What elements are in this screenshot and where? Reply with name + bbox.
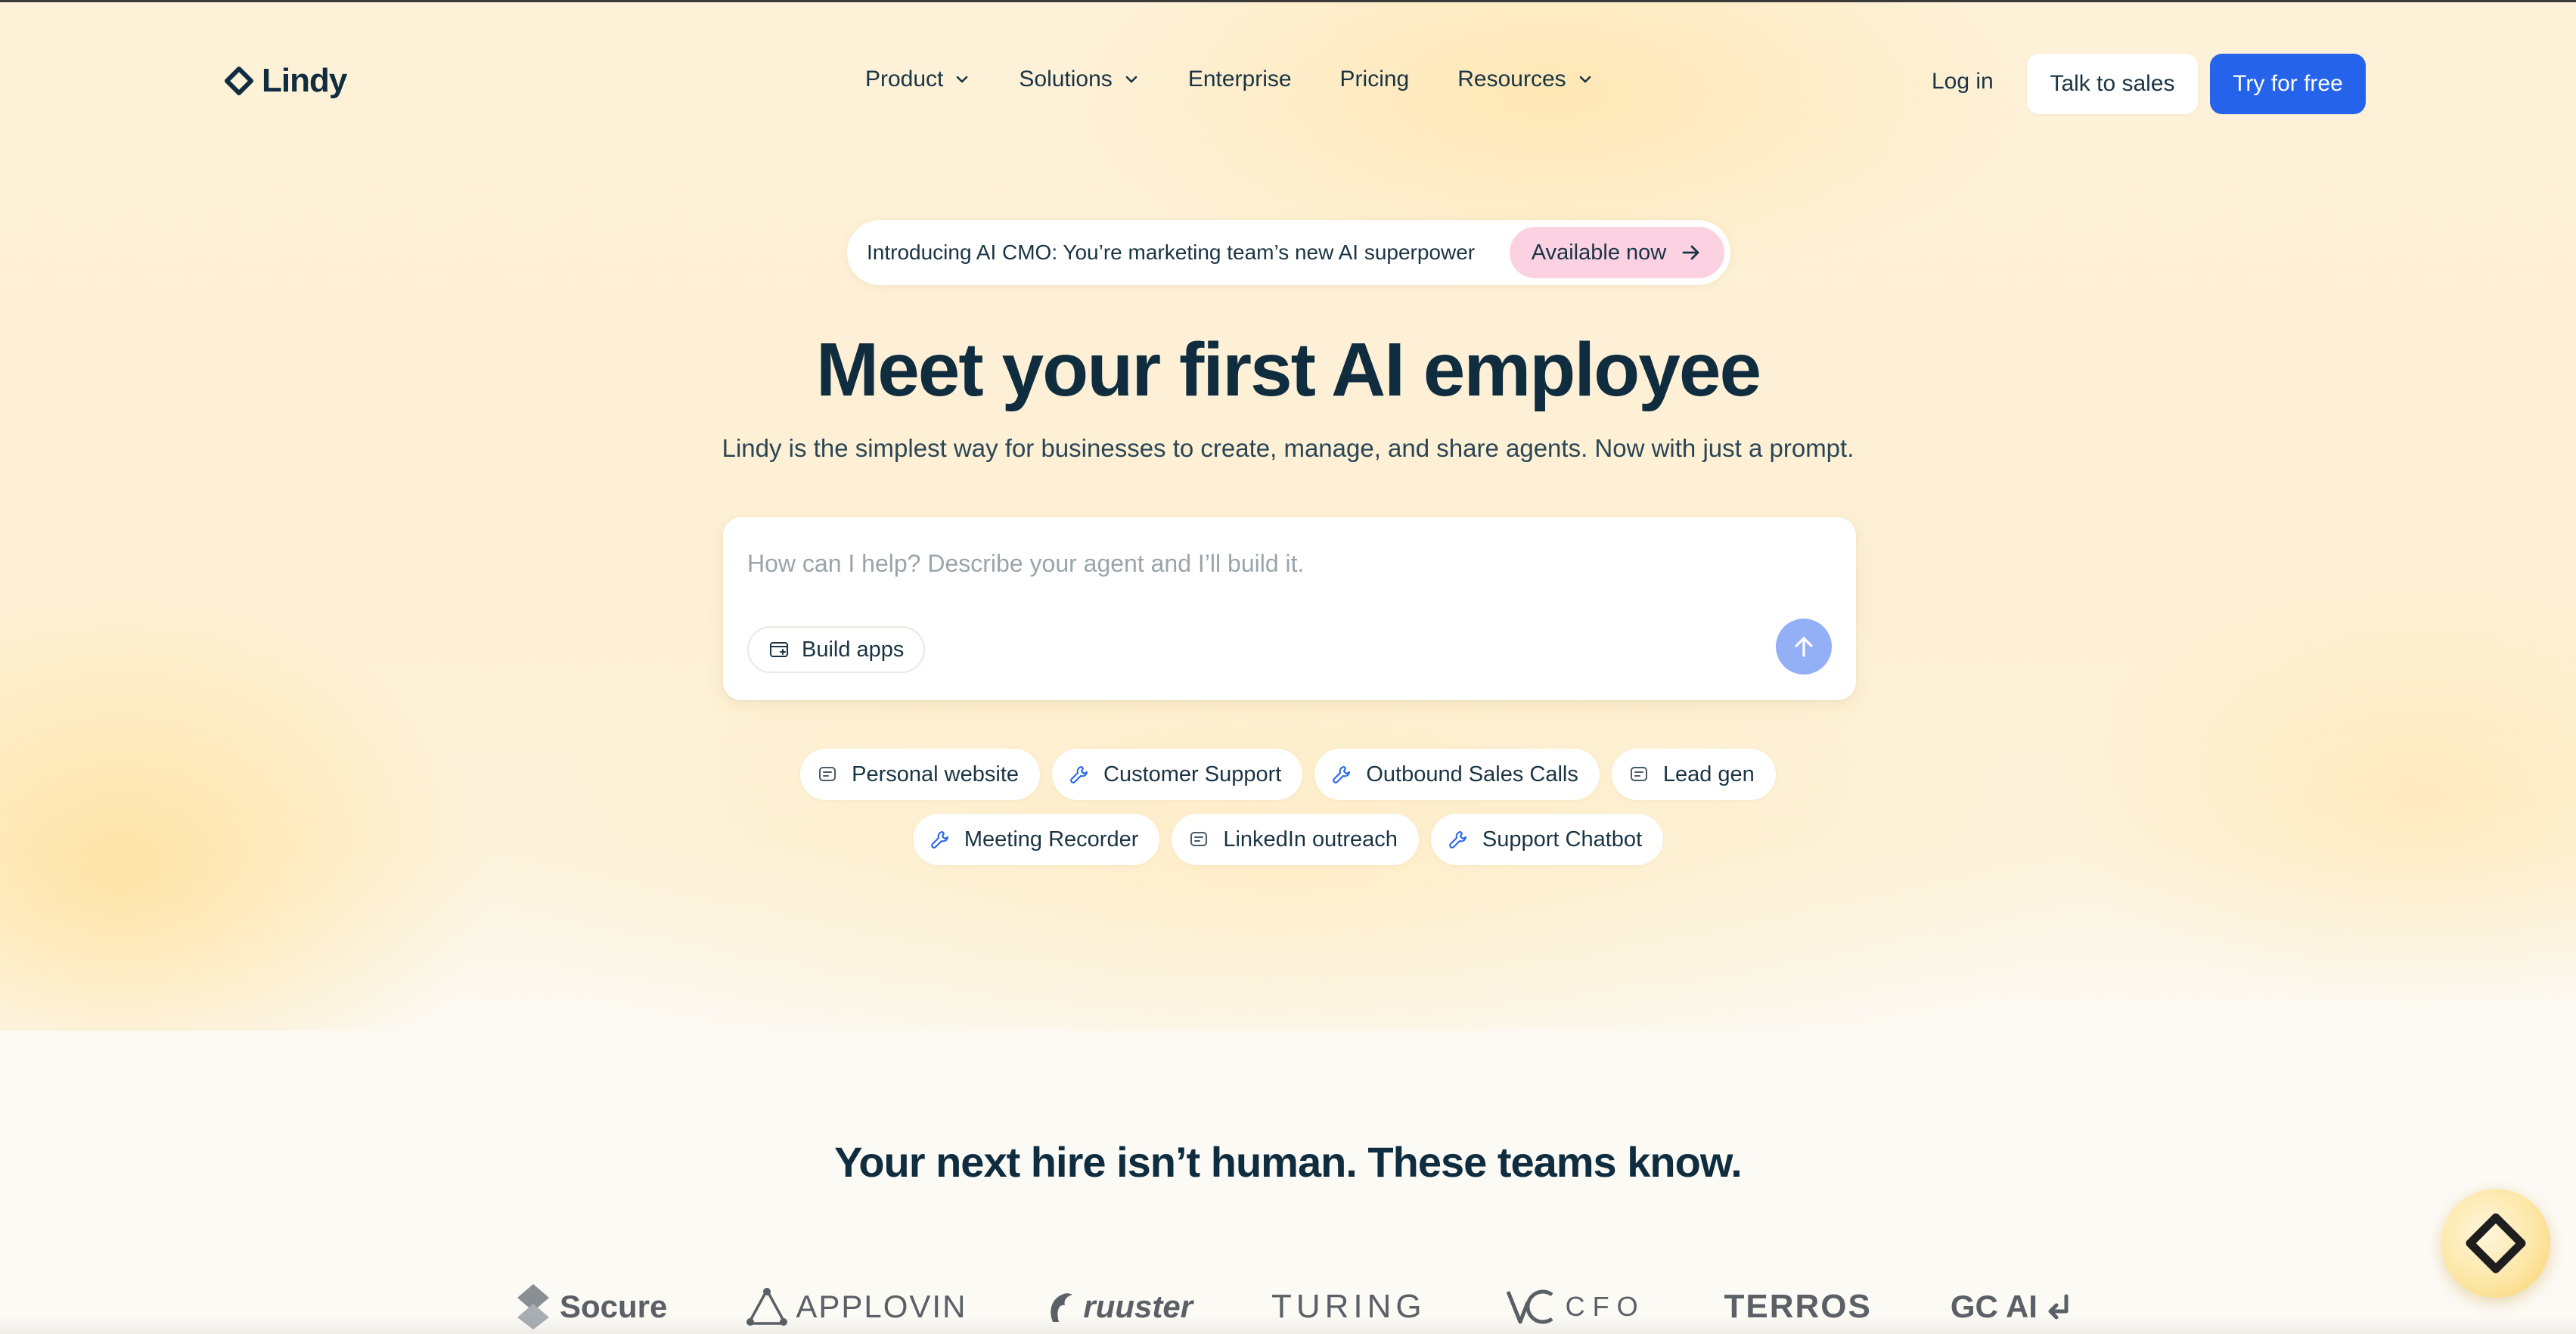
chat-icon (819, 767, 836, 781)
nav-product[interactable]: Product (865, 67, 970, 92)
available-now-label: Available now (1531, 240, 1667, 265)
suggestion-row-2: Meeting Recorder LinkedIn outreach Suppo… (0, 814, 2576, 865)
chat-icon (1630, 767, 1647, 781)
build-apps-label: Build apps (802, 637, 905, 662)
nav-resources[interactable]: Resources (1457, 67, 1593, 92)
suggestion-row-1: Personal website Customer Support Outbou… (0, 749, 2576, 800)
suggestion-label: Customer Support (1103, 762, 1282, 786)
try-for-free-button[interactable]: Try for free (2210, 54, 2366, 114)
wrench-icon (1449, 831, 1466, 848)
nav-pricing[interactable]: Pricing (1340, 67, 1410, 92)
hero-subtitle: Lindy is the simplest way for businesses… (722, 434, 1854, 462)
talk-to-sales-button[interactable]: Talk to sales (2027, 54, 2198, 114)
suggestion-label: LinkedIn outreach (1223, 827, 1398, 852)
chevron-down-icon (957, 76, 968, 83)
arrow-up-icon (1795, 637, 1813, 657)
lindy-assistant-launcher[interactable] (2441, 1189, 2550, 1298)
wrench-icon (1333, 766, 1351, 783)
login-link[interactable]: Log in (1932, 69, 1994, 95)
arrow-right-icon (1682, 245, 1699, 260)
logo-link[interactable]: Lindy (224, 62, 347, 100)
suggestion-label: Meeting Recorder (964, 827, 1139, 852)
suggestion-chip[interactable]: Customer Support (1052, 749, 1303, 800)
suggestion-chip[interactable]: Outbound Sales Calls (1314, 749, 1600, 800)
main-nav: Product Solutions Enterprise Pricing Res… (865, 67, 1594, 92)
announcement-text: Introducing AI CMO: You’re marketing tea… (867, 240, 1476, 264)
hero-background (0, 2, 2576, 1031)
announcement-banner[interactable]: Introducing AI CMO: You’re marketing tea… (847, 220, 1730, 285)
build-apps-button[interactable]: Build apps (747, 626, 926, 673)
prompt-box: Build apps (723, 517, 1856, 700)
bottom-edge-shade (0, 1316, 2576, 1334)
available-now-pill[interactable]: Available now (1510, 227, 1724, 278)
nav-solutions[interactable]: Solutions (1019, 67, 1139, 92)
nav-enterprise[interactable]: Enterprise (1188, 67, 1292, 92)
suggestion-chip[interactable]: Meeting Recorder (912, 814, 1160, 865)
nav-resources-label: Resources (1457, 67, 1566, 92)
lindy-diamond-icon (2466, 1213, 2526, 1274)
chevron-down-icon (1125, 76, 1137, 83)
lindy-logo-icon (225, 67, 253, 95)
send-button[interactable] (1776, 619, 1832, 675)
suggestion-chip[interactable]: Personal website (800, 749, 1041, 800)
nav-enterprise-label: Enterprise (1187, 67, 1292, 92)
chevron-down-icon (1579, 76, 1591, 83)
app-window-plus-icon (770, 642, 788, 657)
social-proof-title: Your next hire isn’t human. These teams … (834, 1138, 1743, 1186)
suggestion-label: Outbound Sales Calls (1366, 762, 1578, 786)
suggestion-chip[interactable]: LinkedIn outreach (1172, 814, 1419, 865)
suggestion-chip[interactable]: Lead gen (1611, 749, 1776, 800)
chat-icon (1190, 832, 1208, 846)
wrench-icon (1070, 766, 1088, 783)
agent-prompt-input[interactable] (747, 544, 1806, 582)
suggestion-chip[interactable]: Support Chatbot (1430, 814, 1664, 865)
suggestion-label: Support Chatbot (1482, 827, 1643, 852)
nav-solutions-label: Solutions (1019, 67, 1113, 92)
logo-text: Lindy (262, 62, 347, 99)
suggestion-label: Personal website (852, 762, 1020, 786)
wrench-icon (931, 831, 948, 848)
nav-product-label: Product (865, 67, 944, 92)
suggestion-label: Lead gen (1662, 762, 1755, 786)
hero-title: Meet your first AI employee (815, 327, 1761, 412)
nav-pricing-label: Pricing (1339, 67, 1410, 92)
